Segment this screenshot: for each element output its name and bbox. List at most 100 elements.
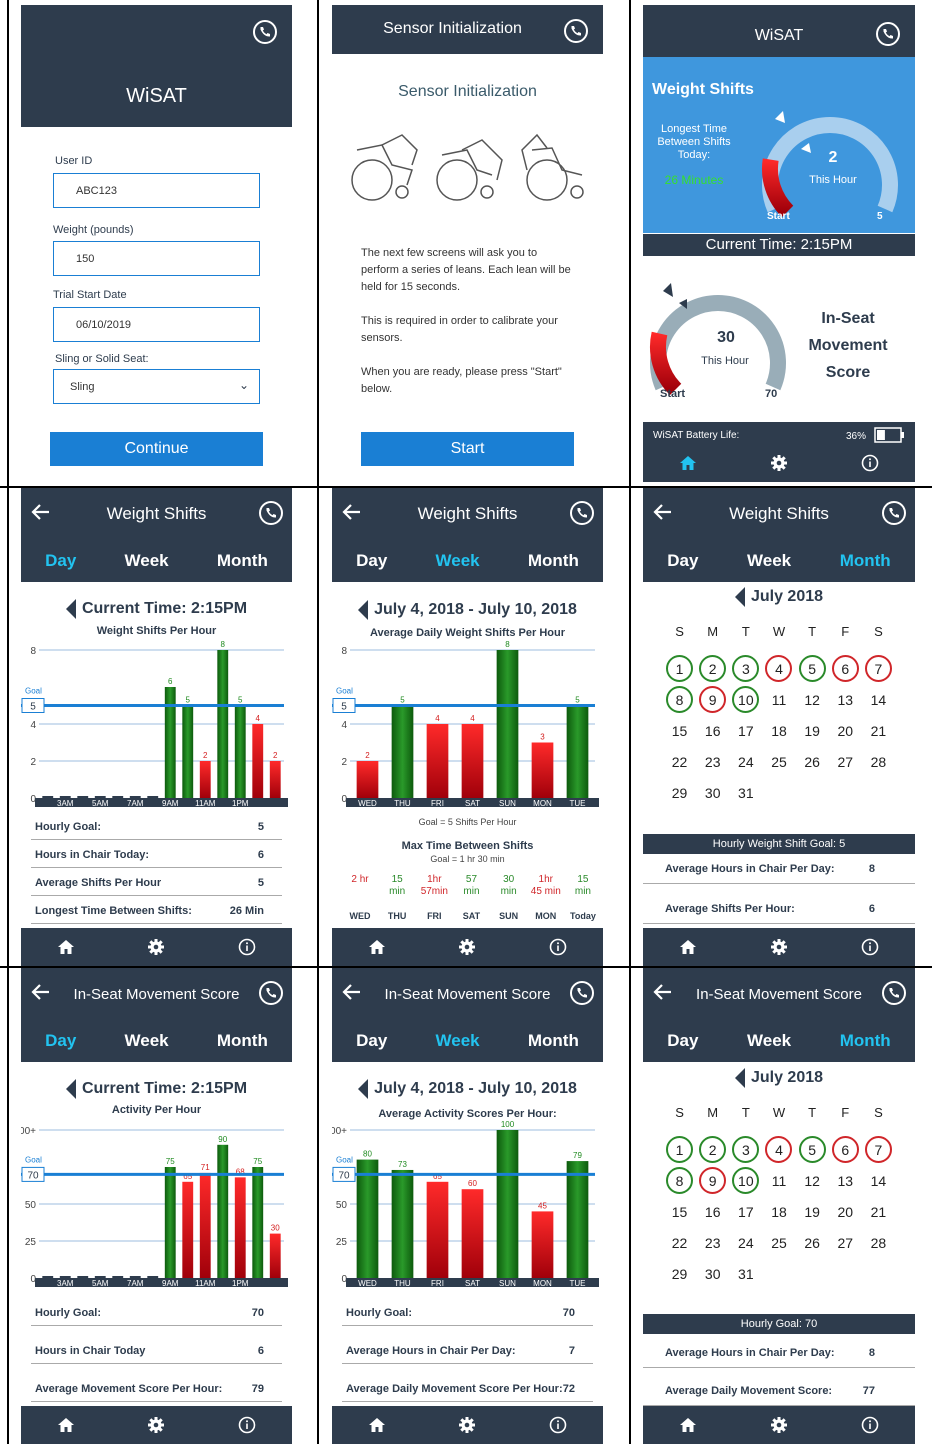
info-icon[interactable]: [861, 938, 879, 956]
prev-arrow-icon[interactable]: [358, 600, 369, 620]
calendar-day[interactable]: 6: [831, 1136, 859, 1163]
calendar-day[interactable]: 3: [732, 655, 760, 682]
calendar-day[interactable]: 15: [666, 1198, 693, 1225]
home-icon[interactable]: [679, 938, 697, 956]
gear-icon[interactable]: [770, 454, 788, 472]
calendar-day[interactable]: 12: [799, 686, 826, 713]
prev-arrow-icon[interactable]: [734, 1068, 745, 1088]
calendar-day[interactable]: 11: [765, 686, 792, 713]
gear-icon[interactable]: [458, 938, 476, 956]
calendar-day[interactable]: 10: [732, 686, 760, 713]
info-icon[interactable]: [549, 938, 567, 956]
phone-icon[interactable]: [252, 19, 278, 45]
calendar-day[interactable]: 19: [799, 1198, 826, 1225]
trial-date-field[interactable]: 06/10/2019: [53, 307, 260, 342]
calendar-day[interactable]: 25: [765, 1229, 792, 1256]
calendar-day[interactable]: 7: [864, 1136, 892, 1163]
calendar-day[interactable]: 4: [765, 655, 793, 682]
calendar-day[interactable]: 29: [666, 779, 693, 806]
tab-day[interactable]: Day: [45, 551, 76, 571]
tab-week[interactable]: Week: [436, 1031, 480, 1051]
info-icon[interactable]: [549, 1416, 567, 1434]
phone-icon[interactable]: [875, 21, 901, 47]
calendar-day[interactable]: 14: [865, 1167, 892, 1194]
tab-week[interactable]: Week: [436, 551, 480, 571]
user-id-field[interactable]: ABC123: [53, 173, 260, 208]
calendar-day[interactable]: 31: [732, 779, 759, 806]
back-arrow-icon[interactable]: [651, 500, 675, 524]
calendar-day[interactable]: 5: [798, 1136, 826, 1163]
back-arrow-icon[interactable]: [29, 500, 53, 524]
info-icon[interactable]: [861, 454, 879, 472]
calendar-day[interactable]: 28: [865, 1229, 892, 1256]
weight-shift-panel[interactable]: Weight Shifts Longest Time Between Shift…: [643, 57, 915, 233]
calendar-day[interactable]: 3: [732, 1136, 760, 1163]
tab-week[interactable]: Week: [747, 551, 791, 571]
calendar-day[interactable]: 14: [865, 686, 892, 713]
calendar-day[interactable]: 12: [799, 1167, 826, 1194]
calendar-day[interactable]: 25: [765, 748, 792, 775]
home-icon[interactable]: [679, 1416, 697, 1434]
phone-icon[interactable]: [569, 500, 595, 526]
tab-month[interactable]: Month: [840, 551, 891, 571]
calendar-day[interactable]: 28: [865, 748, 892, 775]
calendar-day[interactable]: 29: [666, 1260, 693, 1287]
calendar-day[interactable]: 4: [765, 1136, 793, 1163]
calendar-day[interactable]: 9: [699, 686, 727, 713]
info-icon[interactable]: [861, 1416, 879, 1434]
calendar-day[interactable]: 9: [699, 1167, 727, 1194]
phone-icon[interactable]: [569, 980, 595, 1006]
prev-arrow-icon[interactable]: [65, 599, 76, 619]
calendar-day[interactable]: 6: [831, 655, 859, 682]
tab-month[interactable]: Month: [528, 551, 579, 571]
tab-month[interactable]: Month: [217, 551, 268, 571]
calendar-day[interactable]: 7: [864, 655, 892, 682]
calendar-day[interactable]: 30: [699, 1260, 726, 1287]
calendar-day[interactable]: 27: [832, 1229, 859, 1256]
gear-icon[interactable]: [458, 1416, 476, 1434]
prev-arrow-icon[interactable]: [65, 1079, 76, 1099]
calendar-day[interactable]: 13: [832, 1167, 859, 1194]
calendar-day[interactable]: 11: [765, 1167, 792, 1194]
phone-icon[interactable]: [258, 500, 284, 526]
calendar-day[interactable]: 16: [699, 717, 726, 744]
calendar-day[interactable]: 21: [865, 1198, 892, 1225]
calendar-day[interactable]: 20: [832, 717, 859, 744]
calendar-day[interactable]: 5: [798, 655, 826, 682]
tab-day[interactable]: Day: [667, 1031, 698, 1051]
tab-month[interactable]: Month: [840, 1031, 891, 1051]
back-arrow-icon[interactable]: [340, 500, 364, 524]
calendar-day[interactable]: 26: [799, 748, 826, 775]
calendar-day[interactable]: 20: [832, 1198, 859, 1225]
tab-week[interactable]: Week: [747, 1031, 791, 1051]
calendar-day[interactable]: 22: [666, 1229, 693, 1256]
calendar-day[interactable]: 24: [732, 1229, 759, 1256]
home-icon[interactable]: [368, 1416, 386, 1434]
calendar-day[interactable]: 1: [666, 1136, 694, 1163]
gear-icon[interactable]: [770, 938, 788, 956]
calendar-day[interactable]: 17: [732, 717, 759, 744]
calendar-day[interactable]: 27: [832, 748, 859, 775]
calendar-day[interactable]: 21: [865, 717, 892, 744]
calendar-day[interactable]: 26: [799, 1229, 826, 1256]
tab-day[interactable]: Day: [356, 1031, 387, 1051]
tab-week[interactable]: Week: [125, 551, 169, 571]
home-icon[interactable]: [679, 454, 697, 472]
phone-icon[interactable]: [881, 980, 907, 1006]
tab-day[interactable]: Day: [667, 551, 698, 571]
calendar-day[interactable]: 16: [699, 1198, 726, 1225]
continue-button[interactable]: Continue: [50, 432, 263, 466]
start-button[interactable]: Start: [361, 432, 574, 466]
calendar-day[interactable]: 31: [732, 1260, 759, 1287]
phone-icon[interactable]: [563, 18, 589, 44]
home-icon[interactable]: [57, 1416, 75, 1434]
phone-icon[interactable]: [258, 980, 284, 1006]
calendar-day[interactable]: 17: [732, 1198, 759, 1225]
calendar-day[interactable]: 24: [732, 748, 759, 775]
calendar-day[interactable]: 1: [666, 655, 694, 682]
calendar-day[interactable]: 18: [765, 1198, 792, 1225]
weight-field[interactable]: 150: [53, 241, 260, 276]
calendar-day[interactable]: 18: [765, 717, 792, 744]
tab-day[interactable]: Day: [45, 1031, 76, 1051]
tab-month[interactable]: Month: [528, 1031, 579, 1051]
